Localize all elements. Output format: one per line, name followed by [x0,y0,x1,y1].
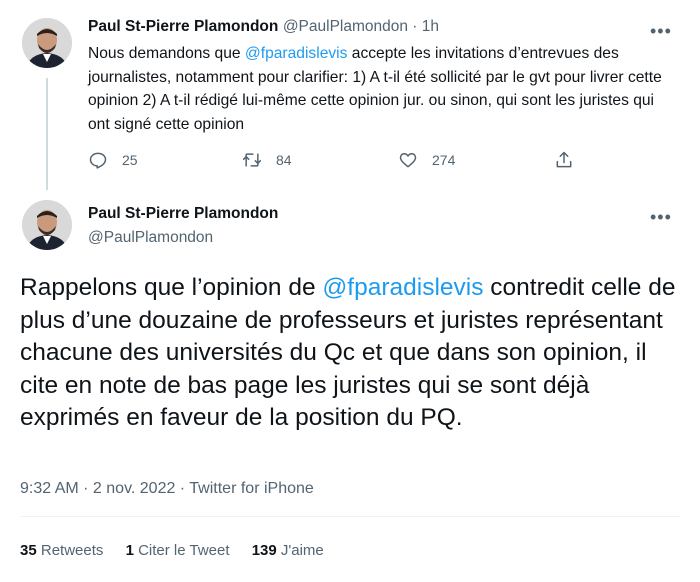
author-handle[interactable]: @PaulPlamondon [283,18,408,35]
likes-stat[interactable]: 139 J'aime [252,542,324,559]
author-handle[interactable]: @PaulPlamondon [88,229,213,247]
quotes-label: Citer le Tweet [138,542,230,559]
share-icon [556,151,572,168]
retweets-count: 35 [20,542,37,559]
tweet-timestamp[interactable]: 9:32 AM · 2 nov. 2022 · Twitter for iPho… [20,480,314,498]
reply-button[interactable]: 25 [88,150,138,170]
mention-link[interactable]: @fparadislevis [245,45,348,62]
tweet1-header: Paul St-Pierre Plamondon @PaulPlamondon … [88,18,439,36]
more-options-icon[interactable]: ••• [650,208,672,226]
reply-count: 25 [122,152,138,168]
thread-connector-line [46,78,48,190]
tweet1-actions: 25 84 274 [88,150,588,172]
retweet-count: 84 [276,152,292,168]
like-count: 274 [432,152,456,168]
author-name[interactable]: Paul St-Pierre Plamondon [88,18,278,35]
quotes-stat[interactable]: 1 Citer le Tweet [126,542,230,559]
heart-icon [399,153,417,168]
quotes-count: 1 [125,542,134,559]
mention-link[interactable]: @fparadislevis [322,274,483,301]
author-name[interactable]: Paul St-Pierre Plamondon [88,205,278,223]
likes-label: J'aime [280,542,324,559]
retweets-label: Retweets [40,542,104,559]
avatar-photo [22,200,72,250]
tweet-text-part: Rappelons que l’opinion de [20,274,323,301]
retweets-stat[interactable]: 35 Retweets [20,542,103,559]
tweet1-text: Nous demandons que @fparadislevis accept… [88,42,668,136]
time-separator: · [408,18,422,35]
avatar[interactable] [22,18,72,68]
reply-icon [89,152,107,169]
tweet-time[interactable]: 1h [422,18,439,35]
retweet-icon [242,153,262,167]
tweet-text-part: Nous demandons que [88,45,245,62]
share-button[interactable] [554,150,574,170]
retweet-button[interactable]: 84 [242,150,292,170]
more-options-icon[interactable]: ••• [650,22,672,40]
avatar[interactable] [22,200,72,250]
likes-count: 139 [251,542,277,559]
avatar-photo [22,18,72,68]
tweet-stats: 35 Retweets 1 Citer le Tweet 139 J'aime [20,542,342,559]
tweet2-text: Rappelons que l’opinion de @fparadislevi… [20,272,680,435]
divider [20,516,680,517]
like-button[interactable]: 274 [398,150,455,170]
